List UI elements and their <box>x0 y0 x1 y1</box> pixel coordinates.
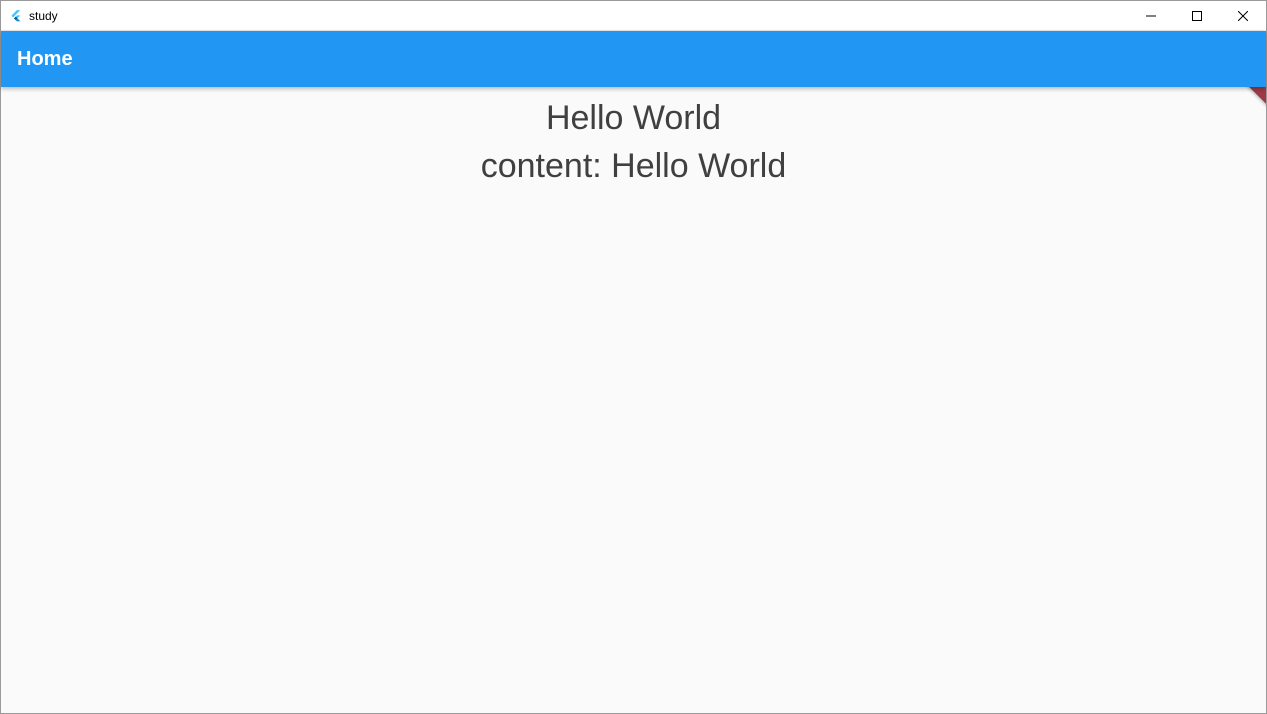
minimize-button[interactable] <box>1128 1 1174 30</box>
body-content: Hello World content: Hello World <box>1 87 1266 190</box>
maximize-button[interactable] <box>1174 1 1220 30</box>
window-controls <box>1128 1 1266 30</box>
window-titlebar: study <box>1 1 1266 31</box>
body-text-line1: Hello World <box>546 95 721 143</box>
appbar-title: Home <box>17 48 73 71</box>
app-area: Home Hello World content: Hello World DE… <box>1 31 1266 713</box>
window-title: study <box>29 9 58 23</box>
close-button[interactable] <box>1220 1 1266 30</box>
body-text-line2: content: Hello World <box>481 143 787 191</box>
flutter-logo-icon <box>9 9 23 23</box>
titlebar-left: study <box>9 9 58 23</box>
app-bar: Home <box>1 31 1266 87</box>
